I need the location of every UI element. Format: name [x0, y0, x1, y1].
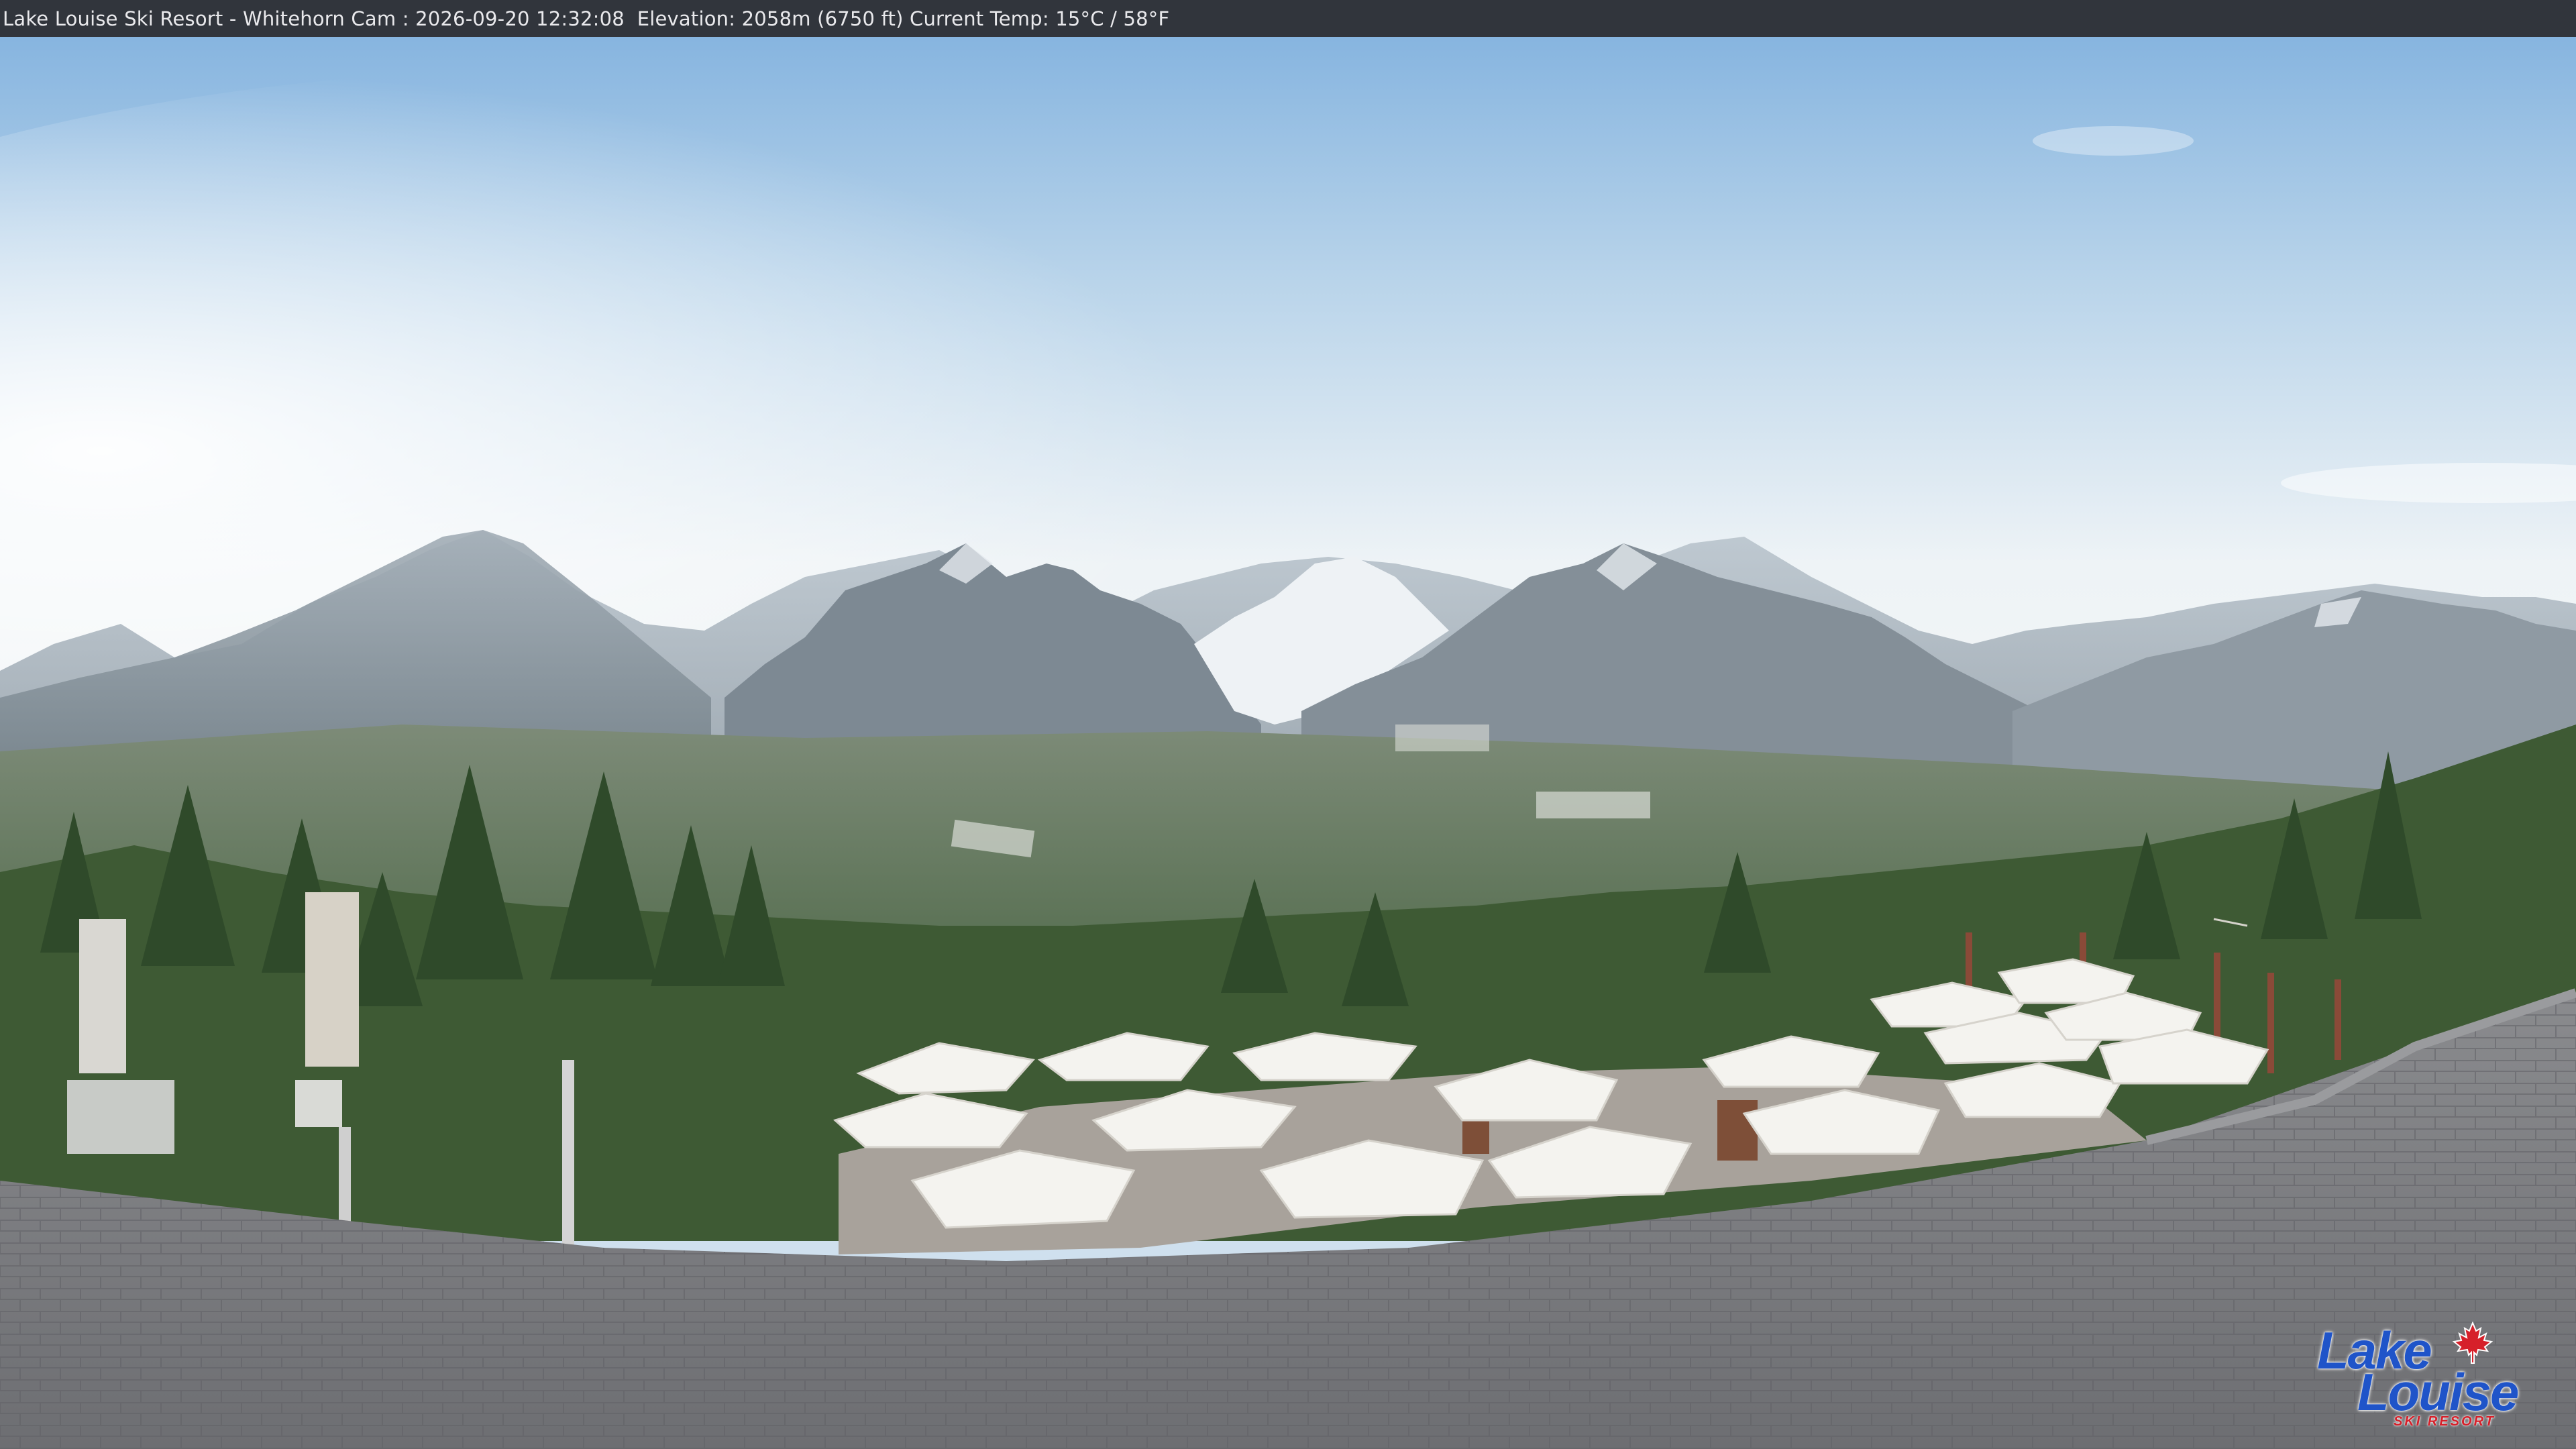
webcam-scene: [0, 0, 2576, 1449]
equipment-box: [295, 1080, 342, 1127]
antenna-pole: [305, 892, 359, 1067]
antenna-pole: [79, 919, 126, 1073]
maple-leaf-icon: [2452, 1322, 2493, 1364]
valley-clearing: [1536, 792, 1650, 818]
pole: [562, 1060, 574, 1261]
valley-clearing: [1395, 724, 1489, 751]
equipment-box: [67, 1080, 174, 1154]
webcam-frame: Lake Louise Ski Resort - Whitehorn Cam :…: [0, 0, 2576, 1449]
pole: [339, 1127, 351, 1234]
webcam-caption: Lake Louise Ski Resort - Whitehorn Cam :…: [3, 7, 1170, 30]
webcam-info-bar: Lake Louise Ski Resort - Whitehorn Cam :…: [0, 0, 2576, 37]
logo-tagline: SKI RESORT: [2394, 1414, 2496, 1429]
logo-word-louise: Louise: [2357, 1362, 2519, 1421]
planter-box: [1717, 1100, 1758, 1161]
lake-louise-logo: Lake Louise SKI RESORT: [2308, 1320, 2519, 1429]
wispy-cloud: [2033, 126, 2194, 156]
